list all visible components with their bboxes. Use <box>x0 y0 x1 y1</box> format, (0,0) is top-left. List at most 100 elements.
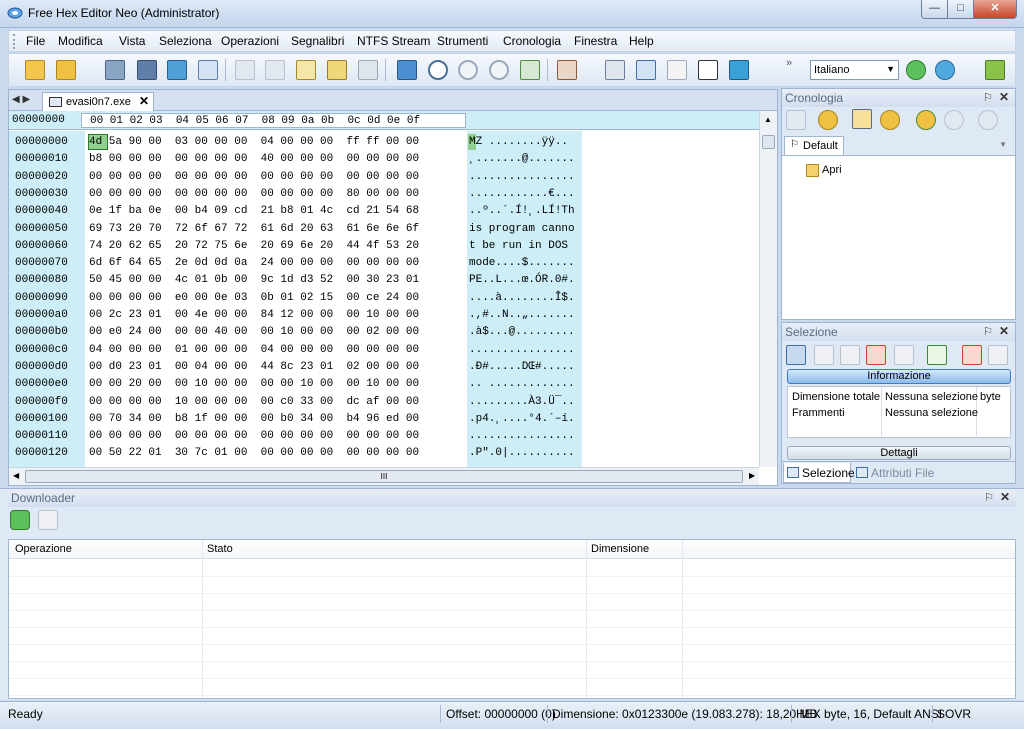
close-button[interactable]: ✕ <box>973 0 1017 19</box>
apply-check-icon[interactable] <box>927 345 947 365</box>
go-to-icon[interactable] <box>520 60 540 80</box>
print-icon[interactable] <box>198 60 218 80</box>
row-ascii[interactable]: .........À3.Ü¯.. <box>469 396 575 408</box>
vertical-scrollbar[interactable]: ▲ <box>759 111 777 467</box>
row-hex-bytes[interactable]: 00 00 00 00 00 00 00 00 00 00 00 00 80 0… <box>89 188 419 200</box>
select-pattern-icon[interactable] <box>894 345 914 365</box>
row-hex-bytes[interactable]: 00 d0 23 01 00 04 00 00 44 8c 23 01 02 0… <box>89 361 419 373</box>
deselect-icon[interactable] <box>814 345 834 365</box>
row-hex-bytes[interactable]: 69 73 20 70 72 6f 67 72 61 6d 20 63 61 6… <box>89 223 419 235</box>
row-ascii[interactable]: .. ............. <box>469 378 575 390</box>
edit-icon[interactable] <box>296 60 316 80</box>
horizontal-scrollbar[interactable]: ◀ III ▶ <box>9 467 759 485</box>
minimize-button[interactable]: — <box>921 0 948 19</box>
redo-icon[interactable] <box>265 60 285 80</box>
menu-cronologia[interactable]: Cronologia <box>503 34 561 48</box>
row-ascii[interactable]: MZ ........ÿÿ.. <box>469 136 568 148</box>
tab-evasi0n7[interactable]: evasi0n7.exe ✕ <box>42 92 154 111</box>
export-icon[interactable] <box>397 60 417 80</box>
hex-row[interactable]: 000000d0 00 d0 23 01 00 04 00 00 44 8c 23… <box>9 359 759 376</box>
hex-row[interactable]: 00000050 69 73 20 70 72 6f 67 72 61 6d 20… <box>9 221 759 238</box>
column-header-operazione[interactable]: Operazione <box>15 543 72 555</box>
hex-row[interactable]: 000000c0 04 00 00 00 01 00 00 00 04 00 00… <box>9 342 759 359</box>
add-language-icon[interactable] <box>906 60 926 80</box>
info-section-header[interactable]: Informazione <box>787 369 1011 384</box>
vertical-scroll-thumb[interactable] <box>762 135 775 149</box>
hex-row[interactable]: 00000100 00 70 34 00 b8 1f 00 00 00 b0 34… <box>9 411 759 428</box>
history-options-icon[interactable] <box>978 110 998 130</box>
download-settings-icon[interactable] <box>38 510 58 530</box>
menu-strumenti[interactable]: Strumenti <box>437 34 488 48</box>
row-ascii[interactable]: t be run in DOS <box>469 240 575 252</box>
hex-row[interactable]: 00000010 b8 00 00 00 00 00 00 00 40 00 00… <box>9 151 759 168</box>
scroll-up-icon[interactable]: ▲ <box>764 115 772 124</box>
hex-row[interactable]: 000000b0 00 e0 24 00 00 00 40 00 00 10 00… <box>9 324 759 341</box>
menu-help[interactable]: Help <box>629 34 654 48</box>
menu-seleziona[interactable]: Seleziona <box>159 34 212 48</box>
close-panel-icon[interactable]: ✕ <box>999 90 1009 104</box>
download-start-icon[interactable] <box>10 510 30 530</box>
selection-export-icon[interactable] <box>962 345 982 365</box>
find-next-icon[interactable] <box>458 60 478 80</box>
menu-operazioni[interactable]: Operazioni <box>221 34 279 48</box>
horizontal-scroll-thumb[interactable]: III <box>25 470 743 483</box>
menu-ntfs-stream[interactable]: NTFS Stream <box>357 34 430 48</box>
select-all-icon[interactable] <box>786 345 806 365</box>
chevron-down-icon[interactable]: ▼ <box>999 140 1007 149</box>
row-hex-bytes[interactable]: 04 00 00 00 01 00 00 00 04 00 00 00 00 0… <box>89 344 419 356</box>
document-icon[interactable] <box>667 60 687 80</box>
history-gear-icon[interactable] <box>818 110 838 130</box>
hex-data-view[interactable]: 00000000 4d 5a 90 00 03 00 00 00 04 00 00… <box>9 131 759 467</box>
column-header-stato[interactable]: Stato <box>207 543 233 555</box>
hex-row[interactable]: 000000a0 00 2c 23 01 00 4e 00 00 84 12 00… <box>9 307 759 324</box>
hex-row[interactable]: 00000040 0e 1f ba 0e 00 b4 09 cd 21 b8 01… <box>9 203 759 220</box>
row-ascii[interactable]: ............€... <box>469 188 575 200</box>
row-ascii[interactable]: ................ <box>469 344 575 356</box>
history-add-icon[interactable] <box>916 110 936 130</box>
details-section-header[interactable]: Dettagli <box>787 446 1011 460</box>
history-remove-icon[interactable] <box>944 110 964 130</box>
row-ascii[interactable]: is program canno <box>469 223 575 235</box>
row-ascii[interactable]: PE..L...œ.ÓR.0#. <box>469 274 575 286</box>
row-hex-bytes[interactable]: 4d 5a 90 00 03 00 00 00 04 00 00 00 ff f… <box>89 136 419 148</box>
row-hex-bytes[interactable]: 6d 6f 64 65 2e 0d 0d 0a 24 00 00 00 00 0… <box>89 257 419 269</box>
hex-row[interactable]: 00000120 00 50 22 01 30 7c 01 00 00 00 00… <box>9 445 759 462</box>
row-ascii[interactable]: .à$...@......... <box>469 326 575 338</box>
close-panel-icon[interactable]: ✕ <box>999 324 1009 338</box>
hex-row[interactable]: 00000060 74 20 62 65 20 72 75 6e 20 69 6e… <box>9 238 759 255</box>
row-hex-bytes[interactable]: 00 00 00 00 e0 00 0e 03 0b 01 02 15 00 c… <box>89 292 419 304</box>
find-previous-icon[interactable] <box>489 60 509 80</box>
new-file-icon[interactable] <box>25 60 45 80</box>
hex-row[interactable]: 00000000 4d 5a 90 00 03 00 00 00 04 00 00… <box>9 134 759 151</box>
paste-icon[interactable] <box>358 60 378 80</box>
row-hex-bytes[interactable]: b8 00 00 00 00 00 00 00 40 00 00 00 00 0… <box>89 153 419 165</box>
row-hex-bytes[interactable]: 00 00 00 00 00 00 00 00 00 00 00 00 00 0… <box>89 171 419 183</box>
column-header-dimensione[interactable]: Dimensione <box>591 543 649 555</box>
row-hex-bytes[interactable]: 00 2c 23 01 00 4e 00 00 84 12 00 00 00 1… <box>89 309 419 321</box>
save-icon[interactable] <box>105 60 125 80</box>
hex-row[interactable]: 000000f0 00 00 00 00 10 00 00 00 00 c0 33… <box>9 394 759 411</box>
copy-icon[interactable] <box>327 60 347 80</box>
hex-row[interactable]: 00000020 00 00 00 00 00 00 00 00 00 00 00… <box>9 169 759 186</box>
history-back-icon[interactable] <box>786 110 806 130</box>
hex-row[interactable]: 00000080 50 45 00 00 4c 01 0b 00 9c 1d d3… <box>9 272 759 289</box>
menu-modifica[interactable]: Modifica <box>58 34 103 48</box>
pin-icon[interactable]: ⚐ <box>983 325 993 338</box>
row-hex-bytes[interactable]: 50 45 00 00 4c 01 0b 00 9c 1d d3 52 00 3… <box>89 274 419 286</box>
tab-navigation-arrows-icon[interactable]: ◀ ▶ <box>12 94 30 105</box>
select-block-icon[interactable] <box>840 345 860 365</box>
monitor-icon[interactable] <box>729 60 749 80</box>
scroll-left-icon[interactable]: ◀ <box>13 471 19 480</box>
row-ascii[interactable]: ................ <box>469 171 575 183</box>
row-ascii[interactable]: mode....$....... <box>469 257 575 269</box>
hex-row[interactable]: 00000070 6d 6f 64 65 2e 0d 0d 0a 24 00 00… <box>9 255 759 272</box>
row-hex-bytes[interactable]: 00 00 00 00 10 00 00 00 00 c0 33 00 dc a… <box>89 396 419 408</box>
menu-file[interactable]: File <box>26 34 45 48</box>
binary-view-icon[interactable] <box>698 60 718 80</box>
selection-import-icon[interactable] <box>988 345 1008 365</box>
row-ascii[interactable]: ¸.......@....... <box>469 153 575 165</box>
hex-row[interactable]: 00000030 00 00 00 00 00 00 00 00 00 00 00… <box>9 186 759 203</box>
language-select[interactable]: Italiano ▼ <box>810 60 899 80</box>
open-folder-icon[interactable] <box>56 60 76 80</box>
tab-default[interactable]: ⚐ Default <box>784 136 844 155</box>
